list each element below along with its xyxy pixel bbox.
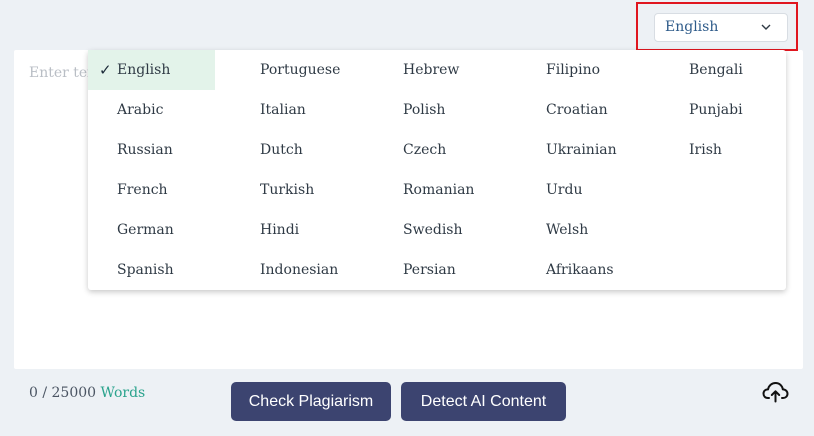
language-option-turkish[interactable]: Turkish: [231, 170, 358, 210]
language-option-label: Hebrew: [403, 62, 460, 78]
language-option-irish[interactable]: Irish: [660, 130, 787, 170]
editor-placeholder: Enter tex: [29, 65, 96, 81]
language-option-bengali[interactable]: Bengali: [660, 50, 787, 90]
language-option-label: Romanian: [403, 182, 475, 198]
language-option-label: Bengali: [689, 62, 743, 78]
language-option-german[interactable]: German: [88, 210, 215, 250]
language-dropdown: ✓ English Arabic Russian French German Spanish…: [88, 50, 786, 290]
language-option-label: Filipino: [546, 62, 601, 78]
word-count-value: 0 / 25000: [29, 385, 97, 401]
language-option-french[interactable]: French: [88, 170, 215, 210]
language-option-label: Dutch: [260, 142, 303, 158]
language-option-welsh[interactable]: Welsh: [517, 210, 644, 250]
language-option-label: Croatian: [546, 102, 608, 118]
language-option-label: Indonesian: [260, 262, 339, 278]
language-option-label: Russian: [117, 142, 173, 158]
language-option-urdu[interactable]: Urdu: [517, 170, 644, 210]
language-option-label: Turkish: [260, 182, 315, 198]
language-option-croatian[interactable]: Croatian: [517, 90, 644, 130]
language-option-label: Spanish: [117, 262, 174, 278]
cloud-upload-icon[interactable]: [762, 381, 789, 403]
language-option-ukrainian[interactable]: Ukrainian: [517, 130, 644, 170]
chevron-down-icon: [761, 24, 771, 30]
language-option-hebrew[interactable]: Hebrew: [374, 50, 501, 90]
language-option-label: Arabic: [117, 102, 164, 118]
language-option-label: Portuguese: [260, 62, 341, 78]
language-option-polish[interactable]: Polish: [374, 90, 501, 130]
language-option-label: Swedish: [403, 222, 463, 238]
language-option-indonesian[interactable]: Indonesian: [231, 250, 358, 290]
language-option-filipino[interactable]: Filipino: [517, 50, 644, 90]
language-option-arabic[interactable]: Arabic: [88, 90, 215, 130]
language-option-punjabi[interactable]: Punjabi: [660, 90, 787, 130]
language-option-label: Irish: [689, 142, 722, 158]
language-option-label: Ukrainian: [546, 142, 617, 158]
language-option-label: French: [117, 182, 168, 198]
language-option-spanish[interactable]: Spanish: [88, 250, 215, 290]
language-option-label: Polish: [403, 102, 446, 118]
language-option-romanian[interactable]: Romanian: [374, 170, 501, 210]
check-plagiarism-button[interactable]: Check Plagiarism: [231, 382, 391, 421]
word-count-unit: Words: [100, 385, 146, 401]
language-option-label: Afrikaans: [546, 262, 614, 278]
detect-ai-content-button[interactable]: Detect AI Content: [401, 382, 566, 421]
language-select[interactable]: English: [654, 13, 788, 42]
language-option-label: English: [117, 62, 171, 78]
language-option-label: German: [117, 222, 174, 238]
language-option-label: Hindi: [260, 222, 300, 238]
language-option-label: Italian: [260, 102, 306, 118]
word-count: 0 / 25000 Words: [29, 385, 145, 401]
language-option-label: Persian: [403, 262, 456, 278]
language-option-italian[interactable]: Italian: [231, 90, 358, 130]
language-option-portuguese[interactable]: Portuguese: [231, 50, 358, 90]
language-option-afrikaans[interactable]: Afrikaans: [517, 250, 644, 290]
checkmark-icon: ✓: [99, 61, 112, 79]
language-option-label: Punjabi: [689, 102, 743, 118]
language-select-value: English: [665, 19, 719, 35]
language-option-dutch[interactable]: Dutch: [231, 130, 358, 170]
language-option-czech[interactable]: Czech: [374, 130, 501, 170]
language-option-russian[interactable]: Russian: [88, 130, 215, 170]
language-option-swedish[interactable]: Swedish: [374, 210, 501, 250]
language-option-persian[interactable]: Persian: [374, 250, 501, 290]
language-option-label: Czech: [403, 142, 447, 158]
language-option-label: Welsh: [546, 222, 589, 238]
language-option-label: Urdu: [546, 182, 583, 198]
language-option-hindi[interactable]: Hindi: [231, 210, 358, 250]
language-option-english[interactable]: ✓ English: [88, 50, 215, 90]
